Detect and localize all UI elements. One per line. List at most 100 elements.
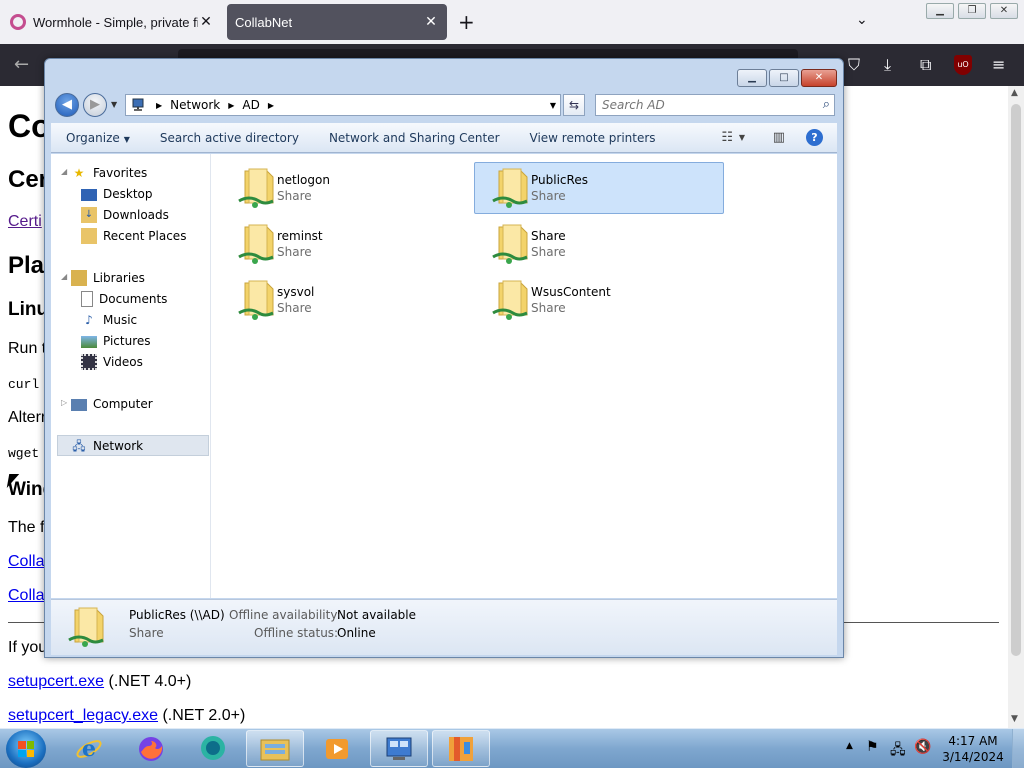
certificate-heading: Cer — [8, 166, 49, 193]
nav-desktop[interactable]: Desktop — [81, 183, 153, 204]
organize-button[interactable]: Organize ▼ — [51, 131, 145, 145]
close-tab-icon[interactable]: ✕ — [423, 14, 439, 30]
page-scrollbar[interactable]: ▲ ▼ — [1008, 86, 1024, 728]
share-item-wsuscontent[interactable]: WsusContent Share — [474, 274, 724, 326]
shared-folder-icon — [68, 607, 104, 647]
minimize-icon[interactable]: ▁ — [737, 69, 767, 87]
windows-text: The f — [8, 519, 45, 536]
share-item-publicres[interactable]: PublicRes Share — [474, 162, 724, 214]
close-icon[interactable]: ✕ — [801, 69, 837, 87]
menu-icon[interactable]: ≡ — [992, 55, 1005, 74]
nav-label: Downloads — [103, 207, 169, 222]
nav-libraries[interactable]: Libraries — [71, 267, 145, 288]
nav-recent-places[interactable]: Recent Places — [81, 225, 186, 246]
collabnet-link-2[interactable]: Colla — [8, 587, 44, 605]
close-tab-icon[interactable]: ✕ — [198, 14, 214, 30]
back-icon[interactable]: ◀ — [55, 93, 79, 117]
setupcert-legacy-link[interactable]: setupcert_legacy.exe — [8, 707, 158, 724]
restore-icon[interactable]: ❐ — [958, 3, 986, 19]
expand-icon[interactable]: ◢ — [61, 272, 67, 281]
collabnet-link-1[interactable]: Colla — [8, 553, 44, 571]
nav-pictures[interactable]: Pictures — [81, 330, 151, 351]
start-button[interactable] — [6, 730, 46, 768]
offline-status-value: Online — [337, 626, 376, 640]
network-sharing-center-button[interactable]: Network and Sharing Center — [314, 131, 515, 145]
share-item-share[interactable]: Share Share — [474, 218, 724, 270]
action-center-flag-icon[interactable]: ⚑ — [866, 739, 879, 768]
tab-wormhole[interactable]: Wormhole - Simple, private file ✕ — [2, 4, 222, 40]
minimize-icon[interactable]: ▁ — [926, 3, 954, 19]
view-dropdown-icon[interactable]: ▼ — [739, 133, 745, 142]
ublock-icon[interactable]: uO — [954, 55, 972, 75]
plus-icon[interactable]: + — [458, 10, 475, 34]
explorer-taskbar-button[interactable] — [246, 730, 304, 767]
search-active-directory-button[interactable]: Search active directory — [145, 131, 314, 145]
explorer-window: ▁ □ ✕ ◀ ▶ ▼ ▶ Network ▶ AD ▶ ▼ ⇆ ⌕ Organ… — [44, 58, 844, 658]
offline-availability-label: Offline availability: — [229, 608, 341, 622]
show-hidden-icons-icon[interactable]: ▲ — [846, 741, 853, 768]
libraries-icon — [71, 269, 87, 286]
help-icon[interactable]: ? — [806, 129, 823, 146]
chevron-down-icon[interactable]: ⌄ — [856, 12, 868, 28]
nav-music[interactable]: ♪ Music — [81, 309, 137, 330]
nav-downloads[interactable]: ↓ Downloads — [81, 204, 169, 225]
breadcrumb-separator-icon[interactable]: ▶ — [228, 101, 234, 110]
folder-icon — [260, 739, 290, 760]
media-player-button[interactable] — [308, 730, 366, 767]
breadcrumb-separator-icon[interactable]: ▶ — [268, 101, 274, 110]
tab-collabnet[interactable]: CollabNet ✕ — [227, 4, 447, 40]
search-icon[interactable]: ⌕ — [823, 97, 830, 112]
scroll-down-icon[interactable]: ▼ — [1011, 714, 1018, 724]
search-input[interactable] — [596, 95, 806, 115]
setupcert-link[interactable]: setupcert.exe — [8, 673, 104, 690]
share-item-reminst[interactable]: reminst Share — [220, 218, 470, 270]
nav-favorites[interactable]: ★ Favorites — [71, 162, 148, 183]
scroll-up-icon[interactable]: ▲ — [1011, 88, 1018, 98]
item-type: Share — [277, 245, 312, 259]
media-player-icon — [326, 738, 348, 759]
download-icon[interactable]: ⤓ — [884, 55, 891, 75]
volume-muted-icon[interactable]: 🔇 — [914, 739, 931, 768]
nav-videos[interactable]: Videos — [81, 351, 143, 372]
app-button[interactable] — [432, 730, 490, 767]
offline-status-label: Offline status: — [254, 626, 339, 640]
firefox-button[interactable] — [122, 730, 180, 767]
pictures-icon — [81, 335, 97, 348]
pocket-icon[interactable]: ⛉ — [848, 55, 860, 75]
chat-app-button[interactable] — [184, 730, 242, 767]
scrollbar-thumb[interactable] — [1011, 104, 1021, 656]
breadcrumb-ad[interactable]: AD — [242, 98, 259, 112]
address-bar[interactable]: ▶ Network ▶ AD ▶ ▼ — [125, 94, 561, 116]
breadcrumb-network[interactable]: Network — [170, 98, 220, 112]
extensions-icon[interactable]: ⧉ — [920, 55, 931, 75]
maximize-icon[interactable]: □ — [769, 69, 799, 87]
share-item-sysvol[interactable]: sysvol Share — [220, 274, 470, 326]
nav-computer[interactable]: Computer — [71, 393, 153, 414]
address-dropdown-icon[interactable]: ▼ — [550, 101, 556, 110]
network-connection-icon — [386, 737, 412, 760]
forward-icon[interactable]: ▶ — [83, 93, 107, 117]
item-type: Share — [531, 189, 566, 203]
control-panel-button[interactable] — [370, 730, 428, 767]
windows-logo-icon — [18, 741, 34, 757]
close-icon[interactable]: ✕ — [990, 3, 1018, 19]
expand-icon[interactable]: ◢ — [61, 167, 67, 176]
show-desktop-button[interactable] — [1012, 729, 1024, 768]
explorer-title-bar[interactable]: ▁ □ ✕ — [45, 59, 843, 91]
recent-pages-icon[interactable]: ▼ — [111, 100, 117, 109]
share-item-netlogon[interactable]: netlogon Share — [220, 162, 470, 214]
expand-icon[interactable]: ▷ — [61, 398, 67, 407]
system-clock[interactable]: 4:17 AM 3/14/2024 — [940, 733, 1006, 765]
view-remote-printers-button[interactable]: View remote printers — [515, 131, 671, 145]
shared-folder-icon — [238, 280, 274, 320]
nav-documents[interactable]: Documents — [81, 288, 167, 309]
certificate-link[interactable]: Certi — [8, 213, 42, 231]
nav-network[interactable]: 🖧 Network — [57, 435, 209, 456]
preview-pane-icon[interactable]: ▥ — [773, 130, 785, 145]
network-tray-icon[interactable]: 🖧 — [890, 739, 906, 768]
internet-explorer-button[interactable]: e — [60, 730, 118, 767]
search-box[interactable]: ⌕ — [595, 94, 835, 116]
refresh-icon[interactable]: ⇆ — [563, 94, 585, 116]
change-view-icon[interactable]: ☷ — [721, 130, 733, 145]
back-arrow-icon[interactable]: ← — [14, 54, 29, 75]
